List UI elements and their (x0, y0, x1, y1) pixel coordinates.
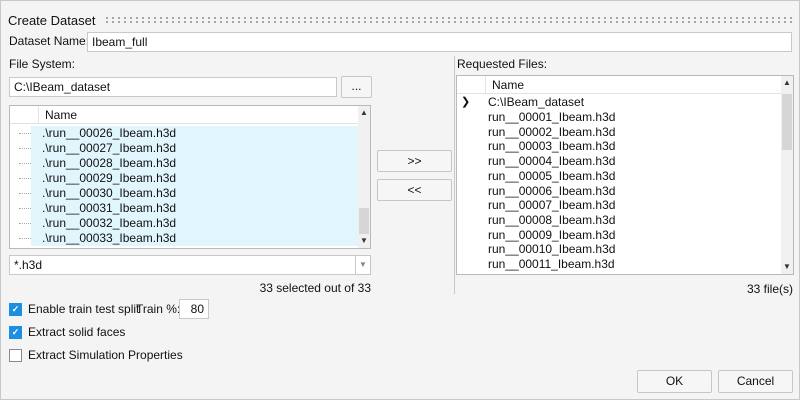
tree-root[interactable]: C:\IBeam_dataset (488, 95, 584, 110)
ok-button[interactable]: OK (637, 370, 712, 393)
requested-files-label: Requested Files: (457, 57, 548, 71)
solid-faces-label: Extract solid faces (28, 325, 126, 339)
dataset-name-input[interactable]: Ibeam_full (87, 32, 792, 52)
train-pct-label: Train %: (136, 302, 181, 316)
train-pct-input[interactable]: 80 (179, 299, 209, 319)
scroll-down-icon[interactable]: ▼ (781, 262, 793, 271)
requested-file-row[interactable]: run__00003_Ibeam.h3d (488, 139, 615, 154)
add-files-button[interactable]: >> (377, 150, 452, 172)
chevron-down-icon[interactable]: ▼ (355, 255, 371, 275)
file-system-label: File System: (9, 57, 76, 71)
requested-file-row[interactable]: run__00008_Ibeam.h3d (488, 213, 615, 228)
divider (454, 56, 455, 294)
requested-file-row[interactable]: run__00010_Ibeam.h3d (488, 242, 615, 257)
file-system-tree[interactable]: Name .\run__00026_Ibeam.h3d .\run__00027… (9, 105, 371, 249)
file-row[interactable]: .\run__00026_Ibeam.h3d (31, 126, 358, 141)
requested-file-row[interactable]: run__00011_Ibeam.h3d (488, 257, 615, 272)
cancel-button[interactable]: Cancel (718, 370, 793, 393)
dialog-title: Create Dataset (8, 13, 96, 28)
dataset-name-label: Dataset Name: (9, 34, 90, 48)
train-split-checkbox[interactable]: ✓ (9, 303, 22, 316)
file-row[interactable]: .\run__00029_Ibeam.h3d (31, 171, 358, 186)
requested-file-row[interactable]: run__00009_Ibeam.h3d (488, 228, 615, 243)
selection-status: 33 selected out of 33 (259, 281, 371, 295)
file-row[interactable]: .\run__00031_Ibeam.h3d (31, 201, 358, 216)
scroll-up-icon[interactable]: ▲ (781, 78, 793, 87)
requested-file-row[interactable]: run__00004_Ibeam.h3d (488, 154, 615, 169)
file-row[interactable]: .\run__00027_Ibeam.h3d (31, 141, 358, 156)
filter-combo[interactable]: *.h3d (9, 255, 356, 275)
requested-file-row[interactable]: run__00001_Ibeam.h3d (488, 110, 615, 125)
file-count: 33 file(s) (746, 282, 793, 296)
requested-file-row[interactable]: run__00002_Ibeam.h3d (488, 125, 615, 140)
requested-file-row[interactable]: run__00005_Ibeam.h3d (488, 169, 615, 184)
file-row[interactable]: .\run__00030_Ibeam.h3d (31, 186, 358, 201)
scroll-down-icon[interactable]: ▼ (358, 236, 370, 245)
train-split-label: Enable train test split (28, 302, 140, 316)
requested-file-row[interactable]: run__00006_Ibeam.h3d (488, 184, 615, 199)
requested-files-tree[interactable]: Name ❯ C:\IBeam_dataset run__00001_Ibeam… (456, 75, 794, 275)
drag-handle[interactable] (104, 16, 792, 24)
file-row[interactable]: .\run__00028_Ibeam.h3d (31, 156, 358, 171)
solid-faces-checkbox[interactable]: ✓ (9, 326, 22, 339)
column-header-name[interactable]: Name (492, 78, 524, 92)
remove-files-button[interactable]: << (377, 179, 452, 201)
scroll-up-icon[interactable]: ▲ (358, 108, 370, 117)
expand-chevron-icon[interactable]: ❯ (461, 95, 470, 110)
requested-file-row[interactable]: run__00007_Ibeam.h3d (488, 198, 615, 213)
column-header-name[interactable]: Name (45, 108, 77, 122)
sim-props-label: Extract Simulation Properties (28, 348, 183, 362)
sim-props-checkbox[interactable] (9, 349, 22, 362)
scrollbar[interactable]: ▲ ▼ (358, 106, 370, 248)
path-input[interactable]: C:\IBeam_dataset (9, 77, 337, 97)
scrollbar[interactable]: ▲ ▼ (781, 76, 793, 274)
file-row[interactable]: .\run__00033_Ibeam.h3d (31, 231, 358, 246)
browse-button[interactable]: ... (341, 76, 372, 98)
file-row[interactable]: .\run__00032_Ibeam.h3d (31, 216, 358, 231)
